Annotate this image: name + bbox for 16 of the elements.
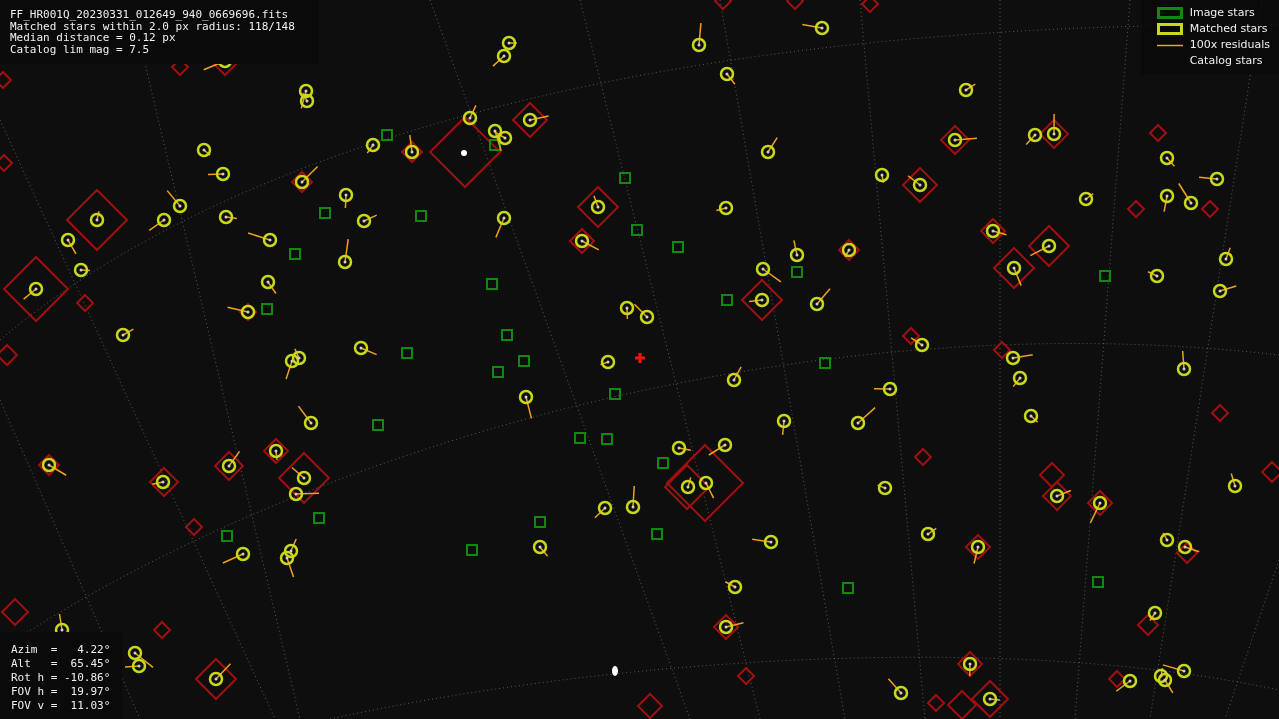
legend-label: 100x residuals xyxy=(1189,38,1270,52)
pointing-text: FOV h = 19.97° xyxy=(11,685,111,699)
pointing-text: FOV v = 11.03° xyxy=(11,699,111,713)
outlined-box-icon xyxy=(1156,7,1183,19)
pointing-text: Rot h = -10.86° xyxy=(11,671,111,685)
legend-label: Catalog stars xyxy=(1189,54,1263,68)
info-text: Matched stars within 2.0 px radius: 118/148 xyxy=(10,20,296,32)
legend-label: Matched stars xyxy=(1189,22,1268,36)
legend-label: Image stars xyxy=(1189,6,1255,20)
line-icon xyxy=(1156,43,1183,47)
outlined-box-icon xyxy=(1156,23,1183,35)
info-text: Median distance = 0.12 px xyxy=(10,32,176,44)
pointing-text: Azim = 4.22° xyxy=(11,643,111,657)
pointing-text: Alt = 65.45° xyxy=(11,657,111,671)
info-text: FF_HR001Q_20230331_012649_940_0669696.fits xyxy=(10,9,290,21)
info-text: Catalog lim mag = 7.5 xyxy=(10,43,151,55)
